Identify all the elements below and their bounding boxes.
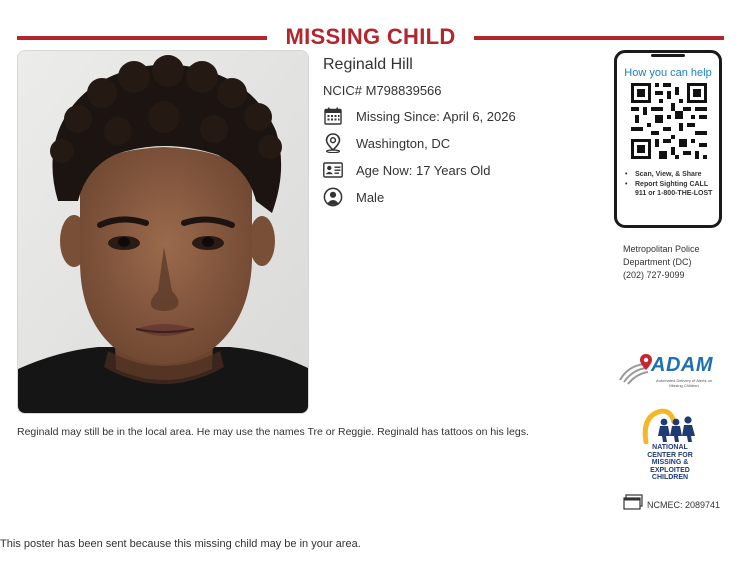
missing-since: Missing Since: April 6, 2026	[356, 108, 516, 124]
ncmec-children-graphic	[642, 408, 695, 445]
map-pin-icon	[323, 133, 343, 153]
sex-row: Male	[323, 187, 384, 207]
ncic-number: NCIC# M798839566	[323, 83, 442, 98]
age-now: Age Now: 17 Years Old	[356, 162, 491, 178]
person-icon	[323, 187, 343, 207]
agency-name-line2: Department (DC)	[623, 257, 692, 267]
ncmec-case-number: NCMEC: 2089741	[647, 499, 721, 510]
help-item-report: Report Sighting CALL 911 or 1-800-THE-LO…	[625, 180, 715, 198]
adam-tagline: Automated Delivery of Alerts on Missing …	[655, 378, 713, 388]
agency-phone: (202) 727-9099	[623, 270, 685, 280]
sex: Male	[356, 189, 385, 205]
help-title: How you can help	[624, 67, 712, 79]
help-list: Scan, View, & Share Report Sighting CALL…	[625, 170, 715, 199]
ncmec-wordmark: NATIONAL CENTER FOR MISSING & EXPLOITED …	[647, 444, 693, 481]
phone-notch	[651, 54, 685, 57]
agency-contact: Metropolitan Police Department (DC) (202…	[623, 243, 700, 282]
poster-title: MISSING CHILD	[285, 24, 456, 49]
help-item-scan: Scan, View, & Share	[625, 170, 715, 179]
child-description: Reginald may still be in the local area.…	[17, 426, 529, 438]
header-rule-left	[17, 36, 267, 40]
calendar-icon	[323, 106, 343, 126]
help-panel: How you can help • Scan, View, & Share •…	[614, 50, 722, 228]
poster-footer: This poster has been sent because this m…	[0, 538, 361, 550]
child-name: Reginald Hill	[323, 56, 413, 73]
case-number-row: NCMEC: 2089741	[623, 494, 720, 515]
age-row: Age Now: 17 Years Old	[323, 160, 490, 180]
agency-name-line1: Metropolitan Police	[623, 244, 700, 254]
missing-since-row: Missing Since: April 6, 2026	[323, 106, 516, 126]
ncmec-logo: NATIONAL CENTER FOR MISSING & EXPLOITED …	[640, 408, 700, 481]
child-photo	[17, 50, 309, 414]
header-rule-right	[474, 36, 724, 40]
location: Washington, DC	[356, 135, 451, 151]
adam-logo: ADAM Automated Delivery of Alerts on Mis…	[618, 352, 718, 392]
qr-code-icon[interactable]	[631, 83, 707, 164]
portrait-image	[18, 51, 308, 413]
adam-wordmark: ADAM	[651, 354, 713, 376]
id-card-icon	[323, 160, 343, 180]
location-row: Washington, DC	[323, 133, 450, 153]
folders-icon	[623, 494, 643, 515]
